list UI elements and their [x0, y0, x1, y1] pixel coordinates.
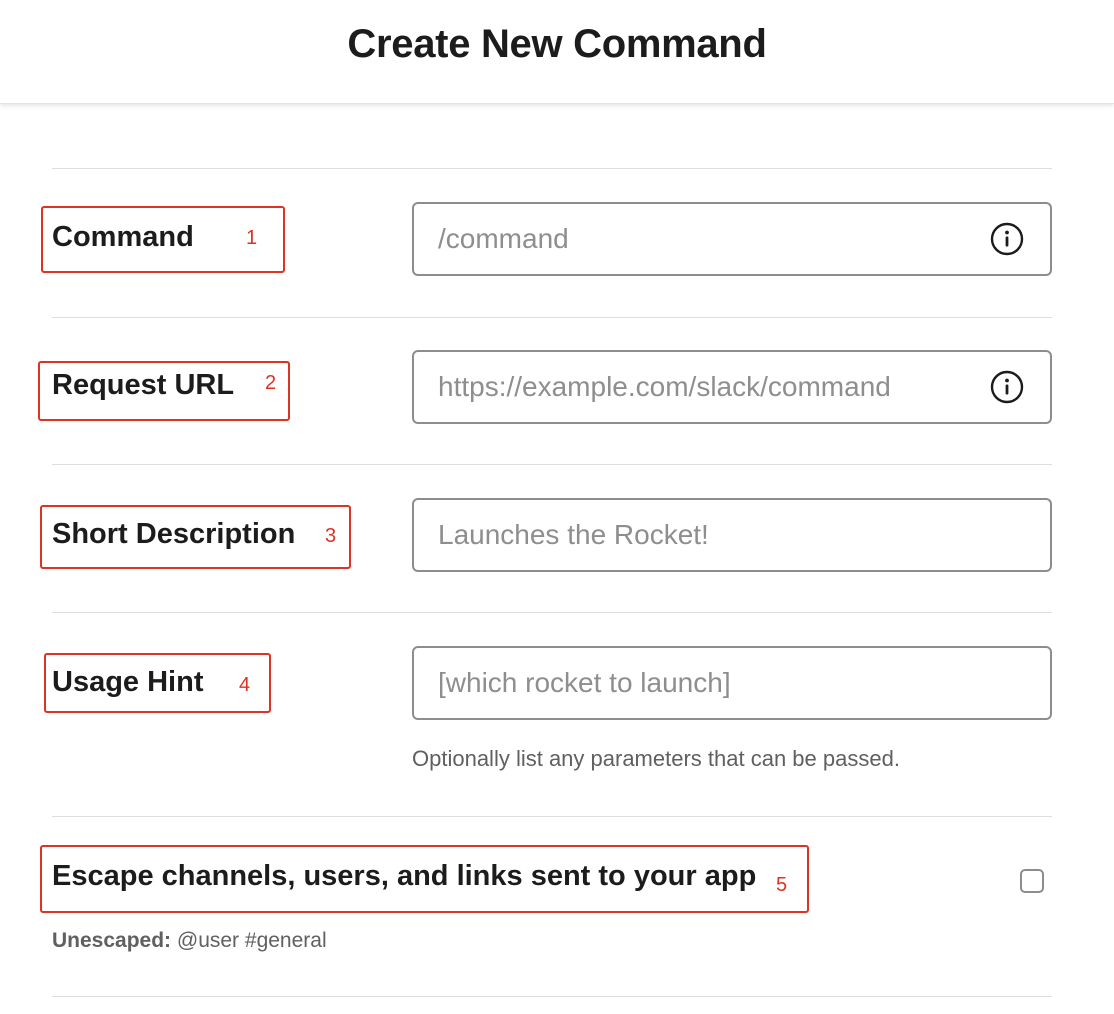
command-field-wrapper: [412, 202, 1052, 276]
page-title: Create New Command: [347, 22, 767, 66]
divider: [52, 168, 1052, 169]
info-icon[interactable]: [990, 222, 1024, 256]
divider: [52, 816, 1052, 817]
unescaped-status-label: Unescaped:: [52, 929, 172, 952]
annotation-box-5: [40, 845, 809, 913]
annotation-box-2: [38, 361, 290, 421]
annotation-number-3: 3: [325, 525, 337, 547]
short-description-field-wrapper: [412, 498, 1052, 572]
unescaped-status-value: @user #general: [171, 929, 327, 952]
usage-hint-helper-text: Optionally list any parameters that can …: [412, 746, 900, 771]
escape-checkbox[interactable]: [1020, 869, 1044, 893]
annotation-number-4: 4: [239, 674, 251, 696]
divider: [52, 317, 1052, 318]
divider: [52, 996, 1052, 997]
page-header: Create New Command: [0, 0, 1114, 104]
annotation-box-3: [40, 505, 351, 569]
unescaped-example: Unescaped: @user #general: [52, 929, 327, 953]
usage-hint-input[interactable]: [414, 648, 1050, 718]
command-input[interactable]: [414, 204, 990, 274]
request-url-input[interactable]: [414, 352, 990, 422]
annotation-number-1: 1: [246, 227, 258, 249]
divider: [52, 464, 1052, 465]
divider: [52, 612, 1052, 613]
short-description-input[interactable]: [414, 500, 1050, 570]
annotation-number-2: 2: [265, 372, 277, 394]
info-icon[interactable]: [990, 370, 1024, 404]
annotation-number-5: 5: [776, 874, 788, 896]
annotation-box-4: [44, 653, 271, 713]
request-url-field-wrapper: [412, 350, 1052, 424]
usage-hint-field-wrapper: [412, 646, 1052, 720]
